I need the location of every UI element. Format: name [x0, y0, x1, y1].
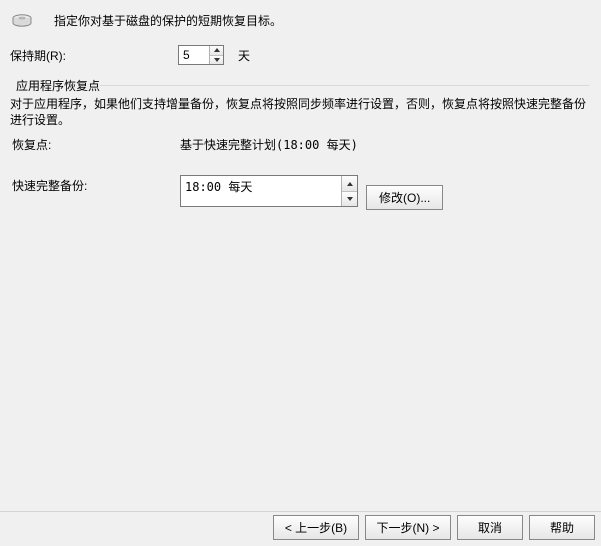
page-title: 指定你对基于磁盘的保护的短期恢复目标。 — [54, 12, 282, 29]
listbox-scroll-up[interactable] — [342, 176, 357, 192]
retention-down-button[interactable] — [210, 56, 223, 65]
fieldset-divider — [100, 85, 589, 86]
back-button[interactable]: < 上一步(B) — [273, 515, 359, 540]
next-button[interactable]: 下一步(N) > — [365, 515, 451, 540]
wizard-footer: < 上一步(B) 下一步(N) > 取消 帮助 — [273, 515, 595, 540]
disk-icon — [12, 13, 32, 29]
footer-divider — [0, 511, 601, 512]
recovery-point-label: 恢复点: — [10, 136, 180, 153]
app-recovery-description: 对于应用程序，如果他们支持增量备份，恢复点将按照同步频率进行设置，否则，恢复点将… — [10, 96, 593, 128]
retention-input[interactable] — [179, 46, 209, 64]
express-backup-listbox[interactable]: 18:00 每天 — [180, 175, 358, 207]
retention-label: 保持期(R): — [8, 47, 178, 64]
modify-button[interactable]: 修改(O)... — [366, 185, 443, 210]
cancel-button[interactable]: 取消 — [457, 515, 523, 540]
express-backup-label: 快速完整备份: — [10, 175, 180, 194]
express-backup-schedule: 18:00 每天 — [181, 176, 341, 206]
retention-up-button[interactable] — [210, 46, 223, 56]
retention-spinner[interactable] — [178, 45, 224, 65]
retention-unit: 天 — [238, 47, 250, 64]
listbox-scroll-down[interactable] — [342, 192, 357, 207]
recovery-point-value: 基于快速完整计划(18:00 每天) — [180, 136, 358, 153]
help-button[interactable]: 帮助 — [529, 515, 595, 540]
